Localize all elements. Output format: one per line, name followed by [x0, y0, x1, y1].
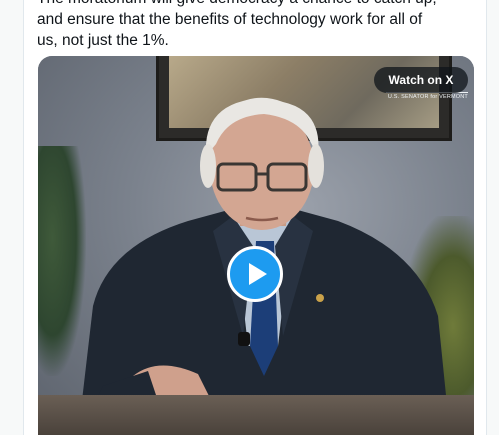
watch-on-x-button[interactable]: Watch on X: [374, 67, 468, 93]
video-player[interactable]: U.S. SENATOR for VERMONT Watch on X: [38, 56, 474, 435]
logo-subtitle: U.S. SENATOR for VERMONT: [386, 92, 468, 100]
tweet-text-line: and ensure that the benefits of technolo…: [37, 11, 423, 28]
play-button[interactable]: [227, 246, 283, 302]
tweet-text: The moratorium will give democracy a cha…: [37, 0, 477, 51]
tweet-text-line: us, not just the 1%.: [37, 32, 169, 49]
tweet-card: The moratorium will give democracy a cha…: [23, 0, 487, 435]
tweet-text-line: The moratorium will give democracy a cha…: [37, 0, 477, 9]
desk: [38, 395, 474, 435]
play-icon: [249, 263, 267, 285]
